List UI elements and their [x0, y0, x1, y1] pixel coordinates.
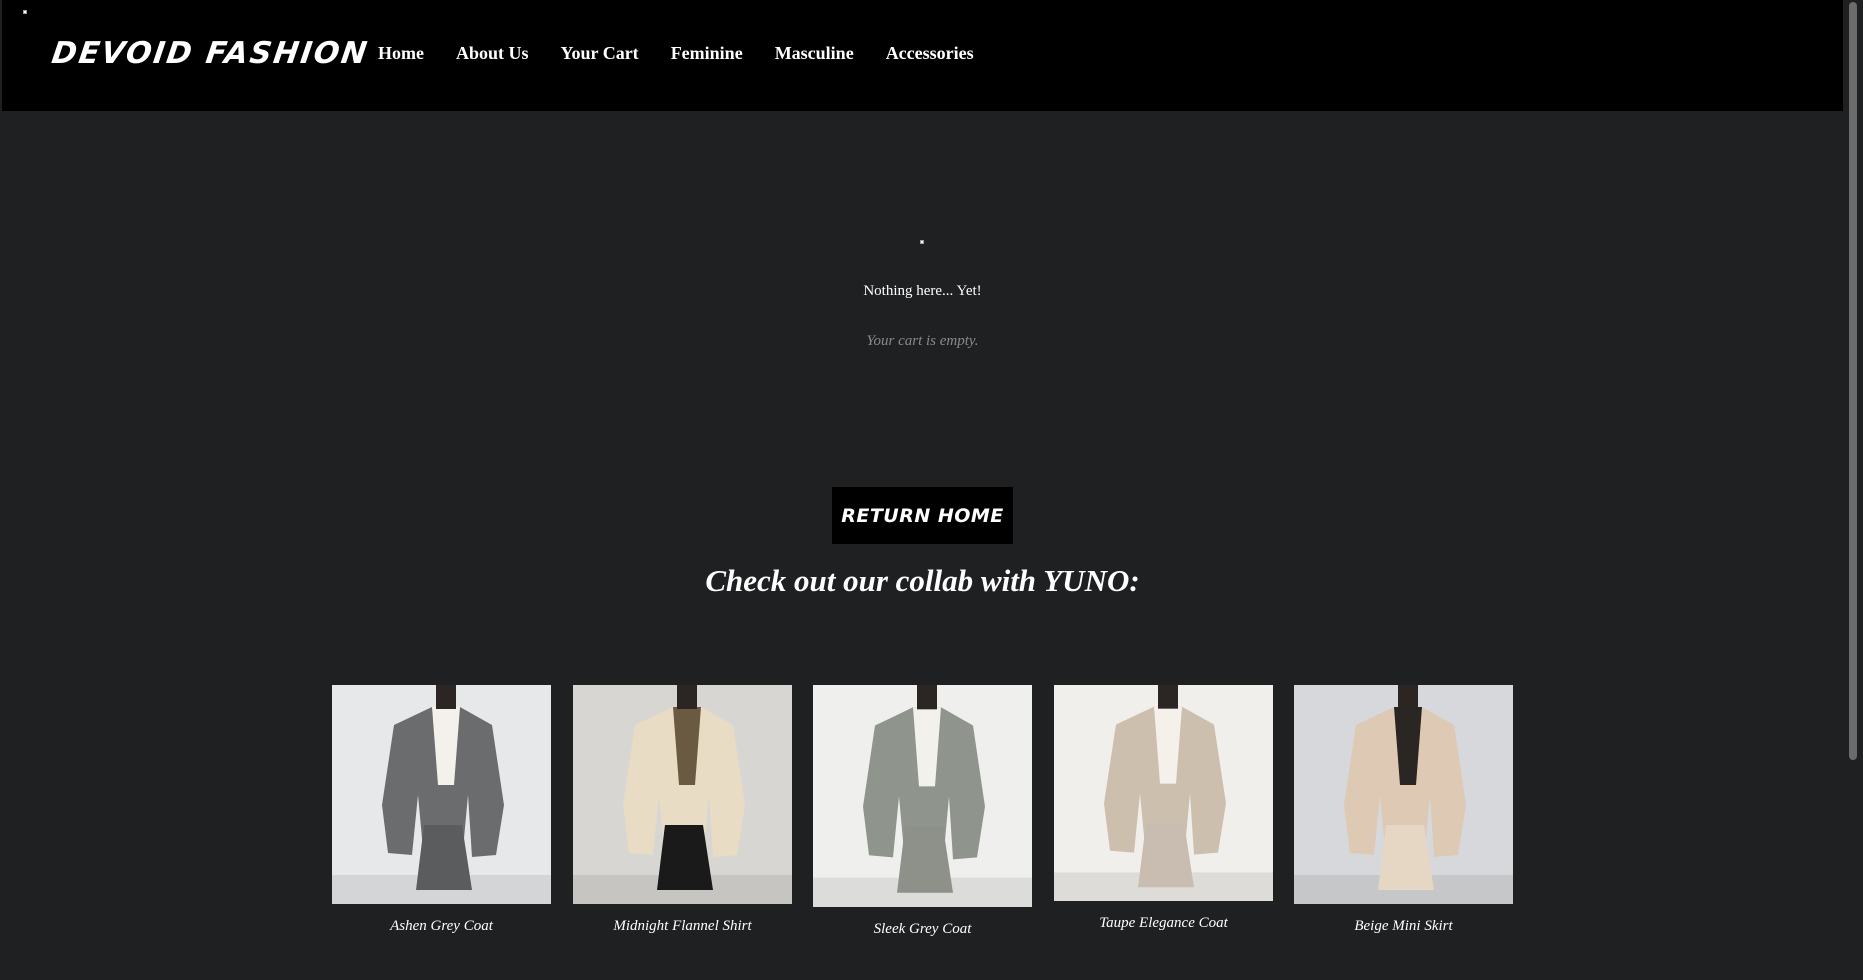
product-card[interactable]: Taupe Elegance Coat: [1054, 685, 1273, 932]
product-image[interactable]: [573, 685, 792, 904]
nav-about-us[interactable]: About Us: [456, 43, 529, 64]
brand-logo[interactable]: DEVOID FASHION: [50, 36, 371, 71]
scrollbar-thumb[interactable]: [1849, 2, 1857, 760]
product-card[interactable]: Beige Mini Skirt: [1294, 685, 1513, 935]
nav-home[interactable]: Home: [378, 43, 424, 64]
product-photo-svg: [573, 685, 792, 904]
product-photo-svg: [813, 685, 1032, 907]
product-name[interactable]: Sleek Grey Coat: [813, 921, 1032, 938]
product-image[interactable]: [332, 685, 551, 904]
collab-heading: Check out our collab with YUNO:: [705, 563, 1140, 598]
product-name[interactable]: Taupe Elegance Coat: [1054, 915, 1273, 932]
product-card[interactable]: Midnight Flannel Shirt: [573, 685, 792, 935]
product-image[interactable]: [1294, 685, 1513, 904]
page-scrollbar[interactable]: [1843, 0, 1863, 980]
product-card[interactable]: Sleek Grey Coat: [813, 685, 1032, 938]
empty-cart-title: Nothing here... Yet!: [863, 283, 982, 299]
product-name[interactable]: Midnight Flannel Shirt: [573, 918, 792, 935]
nav-feminine[interactable]: Feminine: [671, 43, 743, 64]
product-photo-svg: [1054, 685, 1273, 901]
return-home-button[interactable]: RETURN HOME: [832, 487, 1013, 544]
product-name[interactable]: Ashen Grey Coat: [332, 918, 551, 935]
product-card[interactable]: Ashen Grey Coat: [332, 685, 551, 935]
empty-cart-image-icon: [920, 240, 924, 244]
main-nav: Home About Us Your Cart Feminine Masculi…: [378, 43, 1006, 64]
product-image[interactable]: [813, 685, 1032, 907]
broken-image-icon: [23, 10, 27, 14]
product-photo-svg: [332, 685, 551, 904]
top-navbar: DEVOID FASHION Home About Us Your Cart F…: [2, 0, 1843, 111]
page: DEVOID FASHION Home About Us Your Cart F…: [0, 0, 1863, 980]
product-photo-svg: [1294, 685, 1513, 904]
nav-your-cart[interactable]: Your Cart: [561, 43, 639, 64]
product-image[interactable]: [1054, 685, 1273, 901]
nav-masculine[interactable]: Masculine: [775, 43, 854, 64]
product-name[interactable]: Beige Mini Skirt: [1294, 918, 1513, 935]
nav-accessories[interactable]: Accessories: [886, 43, 974, 64]
empty-cart-subtitle: Your cart is empty.: [866, 333, 979, 349]
